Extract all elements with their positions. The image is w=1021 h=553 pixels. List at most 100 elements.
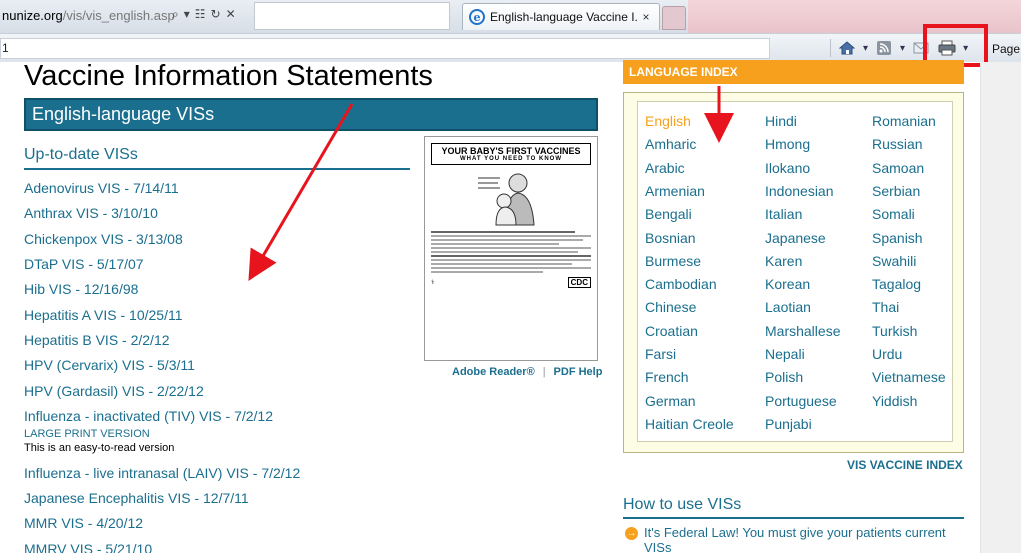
language-link[interactable]: Ilokano — [765, 160, 810, 176]
tab-close-icon[interactable]: × — [639, 10, 653, 24]
language-link[interactable]: Bengali — [645, 206, 692, 222]
language-link[interactable]: Burmese — [645, 253, 701, 269]
language-link[interactable]: Italian — [765, 206, 802, 222]
language-link[interactable]: Serbian — [872, 183, 920, 199]
language-link[interactable]: Russian — [872, 136, 923, 152]
vis-link[interactable]: Influenza - inactivated (TIV) VIS - 7/2/… — [24, 408, 273, 424]
vis-link[interactable]: Hepatitis B VIS - 2/2/12 — [24, 332, 170, 348]
language-link[interactable]: Romanian — [872, 113, 936, 129]
address-bar-icons: ⌕ ▾ ☷ ↻ ✕ — [172, 7, 236, 22]
language-link[interactable]: Arabic — [645, 160, 685, 176]
language-link[interactable]: Punjabi — [765, 416, 812, 432]
vis-link[interactable]: Chickenpox VIS - 3/13/08 — [24, 231, 183, 247]
search-icon[interactable]: ⌕ — [172, 7, 179, 22]
thumbnail-subtitle: WHAT YOU NEED TO KNOW — [460, 156, 562, 162]
thumbnail-body-text — [431, 231, 591, 273]
adobe-reader-link[interactable]: Adobe Reader® — [452, 366, 535, 378]
language-link[interactable]: Croatian — [645, 323, 698, 339]
tab-title: English-language Vaccine I... — [490, 10, 639, 24]
language-link[interactable]: Vietnamese — [872, 369, 946, 385]
language-link[interactable]: Turkish — [872, 323, 917, 339]
browser-chrome: nunize.org/vis/vis_english.asp ⌕ ▾ ☷ ↻ ✕… — [0, 0, 1021, 62]
link-separator: | — [542, 366, 546, 378]
language-link[interactable]: Japanese — [765, 230, 826, 246]
language-link[interactable]: Swahili — [872, 253, 916, 269]
language-link[interactable]: Farsi — [645, 346, 676, 362]
address-host: nunize.org — [2, 8, 63, 23]
language-link[interactable]: Haitian Creole — [645, 416, 734, 432]
page-menu[interactable]: Page — [992, 42, 1020, 56]
language-link[interactable]: Laotian — [765, 299, 811, 315]
vis-link[interactable]: Anthrax VIS - 3/10/10 — [24, 205, 158, 221]
favorites-bar-field[interactable]: 1 — [0, 38, 770, 59]
page-scrollbar[interactable] — [980, 62, 1021, 553]
language-link[interactable]: Urdu — [872, 346, 902, 362]
arrow-bullet-icon: → — [625, 527, 638, 540]
vis-link[interactable]: HPV (Cervarix) VIS - 5/3/11 — [24, 357, 195, 373]
cdc-logo: CDC — [567, 277, 591, 288]
vis-link[interactable]: DTaP VIS - 5/17/07 — [24, 256, 144, 272]
language-link[interactable]: French — [645, 369, 689, 385]
pdf-help-link[interactable]: PDF Help — [554, 366, 603, 378]
hhs-seal-icon: ⚕ — [431, 280, 435, 286]
large-print-link[interactable]: LARGE PRINT VERSION — [24, 428, 150, 440]
language-link[interactable]: Tagalog — [872, 276, 921, 292]
vis-link[interactable]: HPV (Gardasil) VIS - 2/22/12 — [24, 383, 204, 399]
rss-feed-icon[interactable] — [874, 38, 894, 58]
mother-baby-illustration — [476, 169, 546, 227]
tab-strip: nunize.org/vis/vis_english.asp ⌕ ▾ ☷ ↻ ✕… — [0, 0, 1021, 33]
blank-tab[interactable] — [254, 2, 450, 30]
toolbar-separator — [830, 39, 831, 57]
language-link[interactable]: Polish — [765, 369, 803, 385]
tab-english-vaccine[interactable]: e English-language Vaccine I... × — [462, 3, 660, 30]
language-link[interactable]: Marshallese — [765, 323, 840, 339]
vis-link[interactable]: Hepatitis A VIS - 10/25/11 — [24, 307, 183, 323]
home-dropdown-icon[interactable]: ▾ — [863, 43, 868, 54]
language-link[interactable]: Armenian — [645, 183, 705, 199]
language-link[interactable]: Portuguese — [765, 393, 837, 409]
home-icon[interactable] — [837, 38, 857, 58]
language-link[interactable]: Thai — [872, 299, 899, 315]
language-link[interactable]: Indonesian — [765, 183, 834, 199]
vis-link[interactable]: Influenza - live intranasal (LAIV) VIS -… — [24, 465, 300, 481]
language-link[interactable]: Karen — [765, 253, 802, 269]
language-link[interactable]: Somali — [872, 206, 915, 222]
language-link[interactable]: Hmong — [765, 136, 810, 152]
howto-item[interactable]: → It's Federal Law! You must give your p… — [625, 525, 965, 553]
dropdown-arrow-icon[interactable]: ▾ — [184, 7, 190, 22]
address-bar[interactable]: nunize.org/vis/vis_english.asp — [0, 4, 175, 28]
howto-heading: How to use VISs — [623, 496, 964, 519]
thumbnail-title: YOUR BABY'S FIRST VACCINES — [441, 146, 581, 156]
command-bar: 1 ▾ ▾ ▾ Page — [0, 33, 1021, 62]
language-link[interactable]: Nepali — [765, 346, 805, 362]
vis-link[interactable]: MMR VIS - 4/20/12 — [24, 515, 143, 531]
language-link[interactable]: Hindi — [765, 113, 797, 129]
ie-favicon-icon: e — [469, 9, 485, 25]
reader-links: Adobe Reader® | PDF Help — [452, 366, 602, 378]
refresh-icon[interactable]: ↻ — [211, 7, 221, 22]
language-link[interactable]: Cambodian — [645, 276, 717, 292]
uptodate-heading: Up-to-date VISs — [24, 146, 410, 170]
stop-icon[interactable]: ✕ — [226, 7, 236, 22]
language-link[interactable]: Chinese — [645, 299, 696, 315]
feed-dropdown-icon[interactable]: ▾ — [900, 43, 905, 54]
language-link[interactable]: Yiddish — [872, 393, 917, 409]
vis-link[interactable]: MMRV VIS - 5/21/10 — [24, 541, 152, 553]
easy-read-note: This is an easy-to-read version — [24, 442, 175, 454]
language-link[interactable]: Korean — [765, 276, 810, 292]
language-link[interactable]: Samoan — [872, 160, 924, 176]
vis-document-thumbnail[interactable]: YOUR BABY'S FIRST VACCINES WHAT YOU NEED… — [424, 136, 598, 361]
vis-link[interactable]: Adenovirus VIS - 7/14/11 — [24, 180, 179, 196]
language-link[interactable]: English — [645, 113, 691, 129]
language-link[interactable]: Spanish — [872, 230, 923, 246]
language-link[interactable]: Amharic — [645, 136, 696, 152]
language-link[interactable]: German — [645, 393, 696, 409]
language-link[interactable]: Bosnian — [645, 230, 696, 246]
language-index-header: LANGUAGE INDEX — [623, 60, 964, 84]
new-tab-button[interactable] — [662, 6, 686, 30]
vis-link[interactable]: Japanese Encephalitis VIS - 12/7/11 — [24, 490, 249, 506]
vis-link[interactable]: Hib VIS - 12/16/98 — [24, 281, 138, 297]
thumbnail-footer: ⚕ CDC — [431, 277, 591, 288]
vis-vaccine-index-link[interactable]: VIS VACCINE INDEX — [847, 458, 963, 472]
compat-view-icon[interactable]: ☷ — [195, 7, 206, 22]
